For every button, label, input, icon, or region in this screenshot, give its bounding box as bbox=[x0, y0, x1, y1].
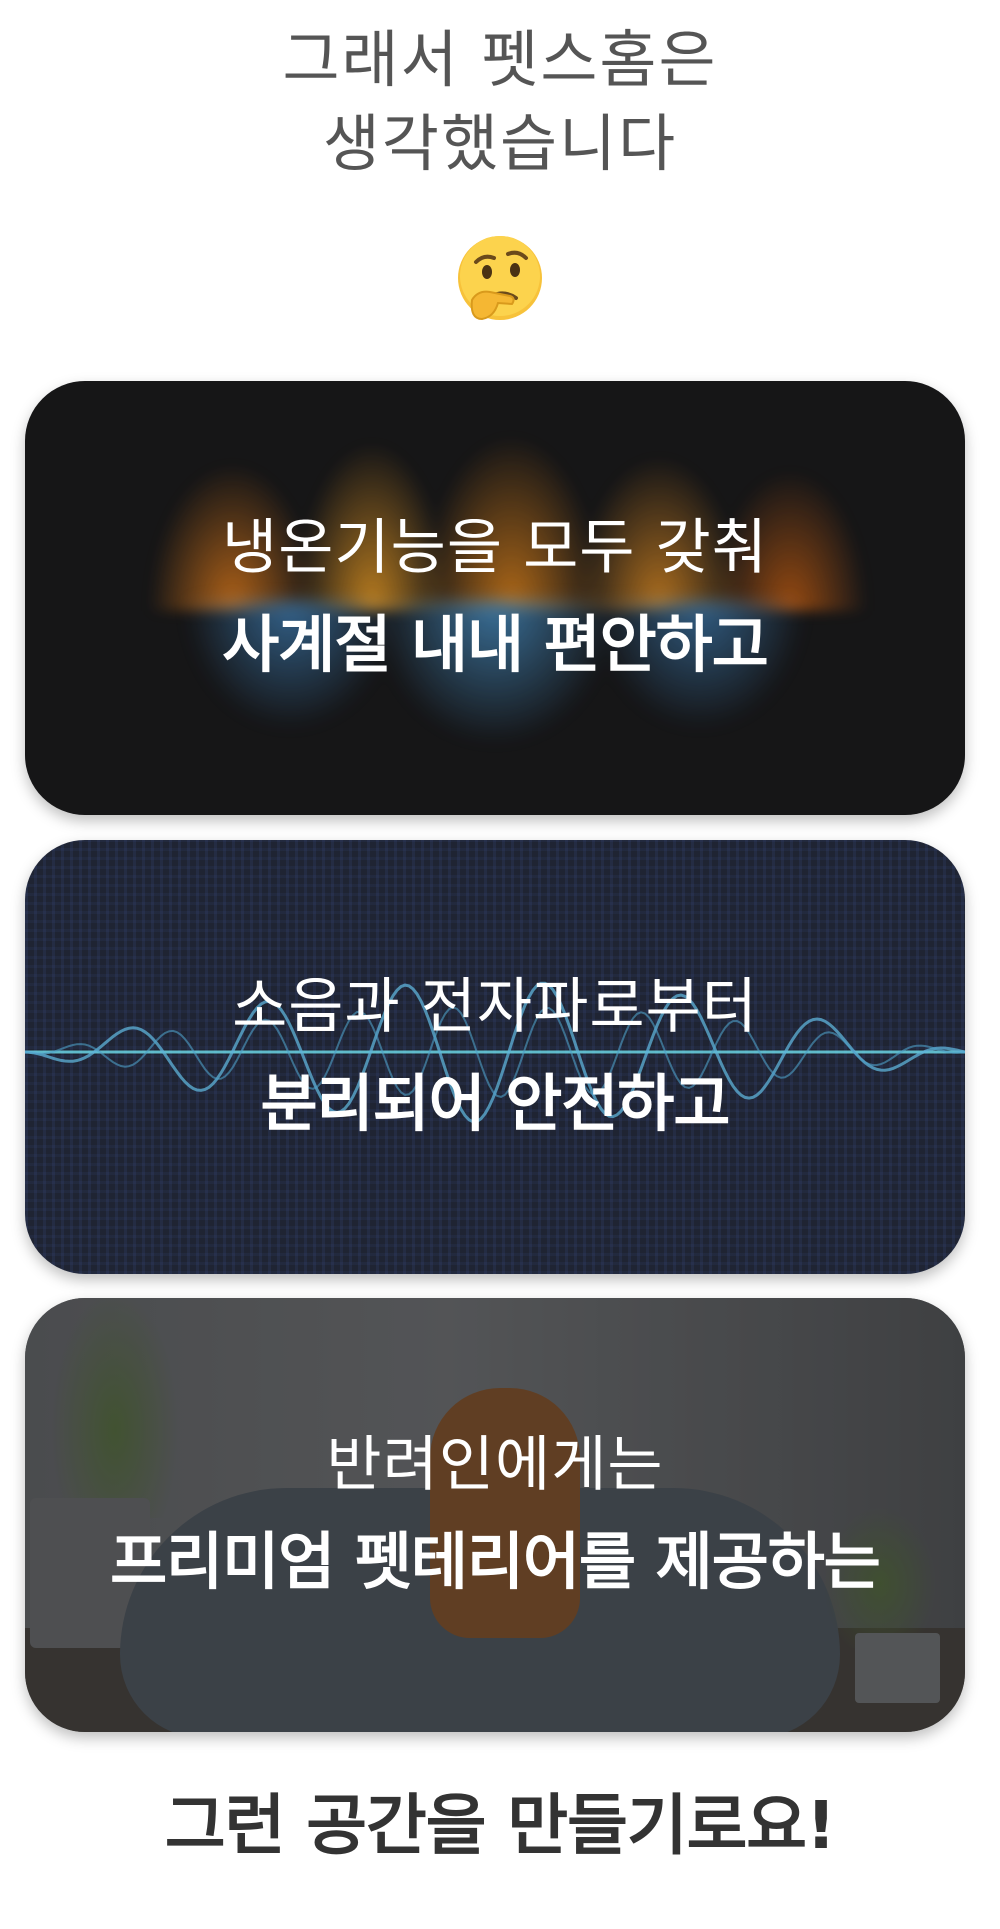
card-premium-petterior: 반려인에게는 프리미엄 펫테리어를 제공하는 bbox=[25, 1298, 965, 1732]
intro-heading: 그래서 펫스홈은 생각했습니다 bbox=[0, 18, 1000, 186]
card-heating-cooling: 냉온기능을 모두 갖춰 사계절 내내 편안하고 bbox=[25, 381, 965, 815]
closing-statement: 그런 공간을 만들기로요! bbox=[164, 1787, 836, 1864]
card-noise-isolation: 소음과 전자파로부터 분리되어 안전하고 bbox=[25, 840, 965, 1274]
card-1-line-2: 사계절 내내 편안하고 bbox=[222, 608, 769, 681]
card-2-line-2: 분리되어 안전하고 bbox=[260, 1067, 731, 1140]
card-2-line-1: 소음과 전자파로부터 bbox=[232, 972, 758, 1042]
card-1-line-1: 냉온기능을 모두 갖춰 bbox=[222, 513, 768, 583]
intro-line-2: 생각했습니다 bbox=[322, 107, 678, 180]
intro-line-1: 그래서 펫스홈은 bbox=[282, 23, 718, 96]
thinking-face-icon bbox=[458, 236, 542, 321]
card-3-line-2: 프리미엄 펫테리어를 제공하는 bbox=[110, 1525, 881, 1598]
card-3-line-1: 반려인에게는 bbox=[326, 1430, 664, 1500]
